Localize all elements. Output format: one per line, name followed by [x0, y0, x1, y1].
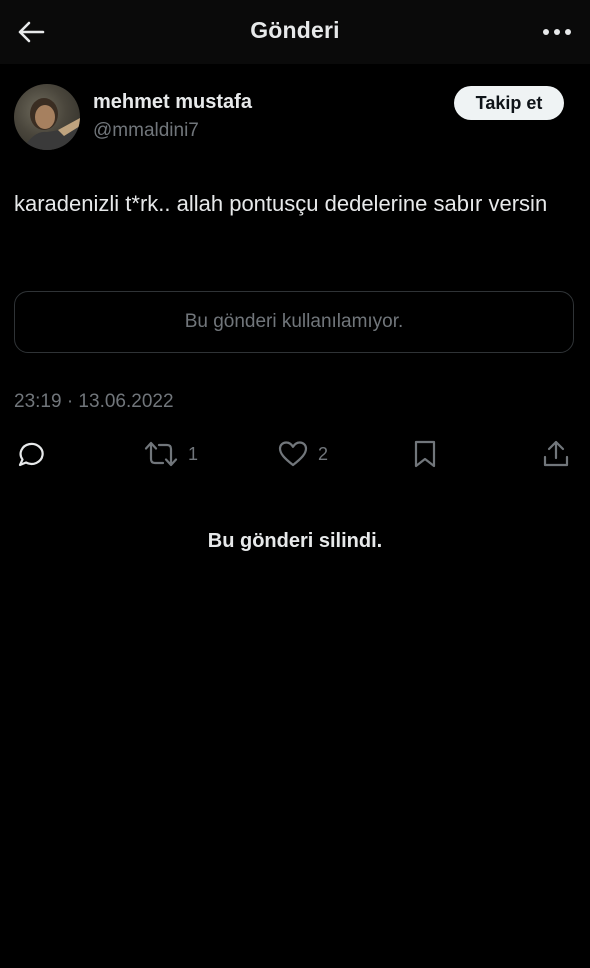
page-title: Gönderi	[250, 17, 340, 43]
author-name[interactable]: mehmet mustafa	[93, 91, 252, 114]
unavailable-text: Bu gönderi kullanılamıyor.	[184, 311, 404, 332]
author-handle[interactable]: @mmaldini7	[93, 120, 199, 142]
retweet-button[interactable]: 1	[144, 436, 198, 472]
post-text: karadenizli t*rk.. allah pontusçu dedele…	[14, 191, 548, 216]
unavailable-quote-box: Bu gönderi kullanılamıyor.	[14, 291, 574, 353]
like-button[interactable]: 2	[278, 436, 328, 472]
more-options-button[interactable]	[540, 18, 574, 46]
bookmark-icon	[412, 439, 438, 469]
heart-icon	[278, 440, 308, 468]
retweet-count: 1	[188, 443, 199, 464]
share-button[interactable]	[542, 436, 570, 472]
avatar[interactable]	[14, 84, 80, 150]
more-horizontal-icon	[542, 28, 572, 36]
share-icon	[542, 439, 570, 469]
reply-button[interactable]	[14, 436, 44, 472]
retweet-icon	[144, 439, 178, 469]
top-bar: Gönderi	[0, 0, 590, 64]
post-timestamp[interactable]: 23:19 · 13.06.2022	[14, 391, 174, 413]
bookmark-button[interactable]	[412, 436, 438, 472]
reply-icon	[14, 439, 44, 469]
follow-button[interactable]: Takip et	[454, 86, 564, 120]
deleted-message: Bu gönderi silindi.	[207, 530, 383, 552]
like-count: 2	[318, 443, 329, 464]
